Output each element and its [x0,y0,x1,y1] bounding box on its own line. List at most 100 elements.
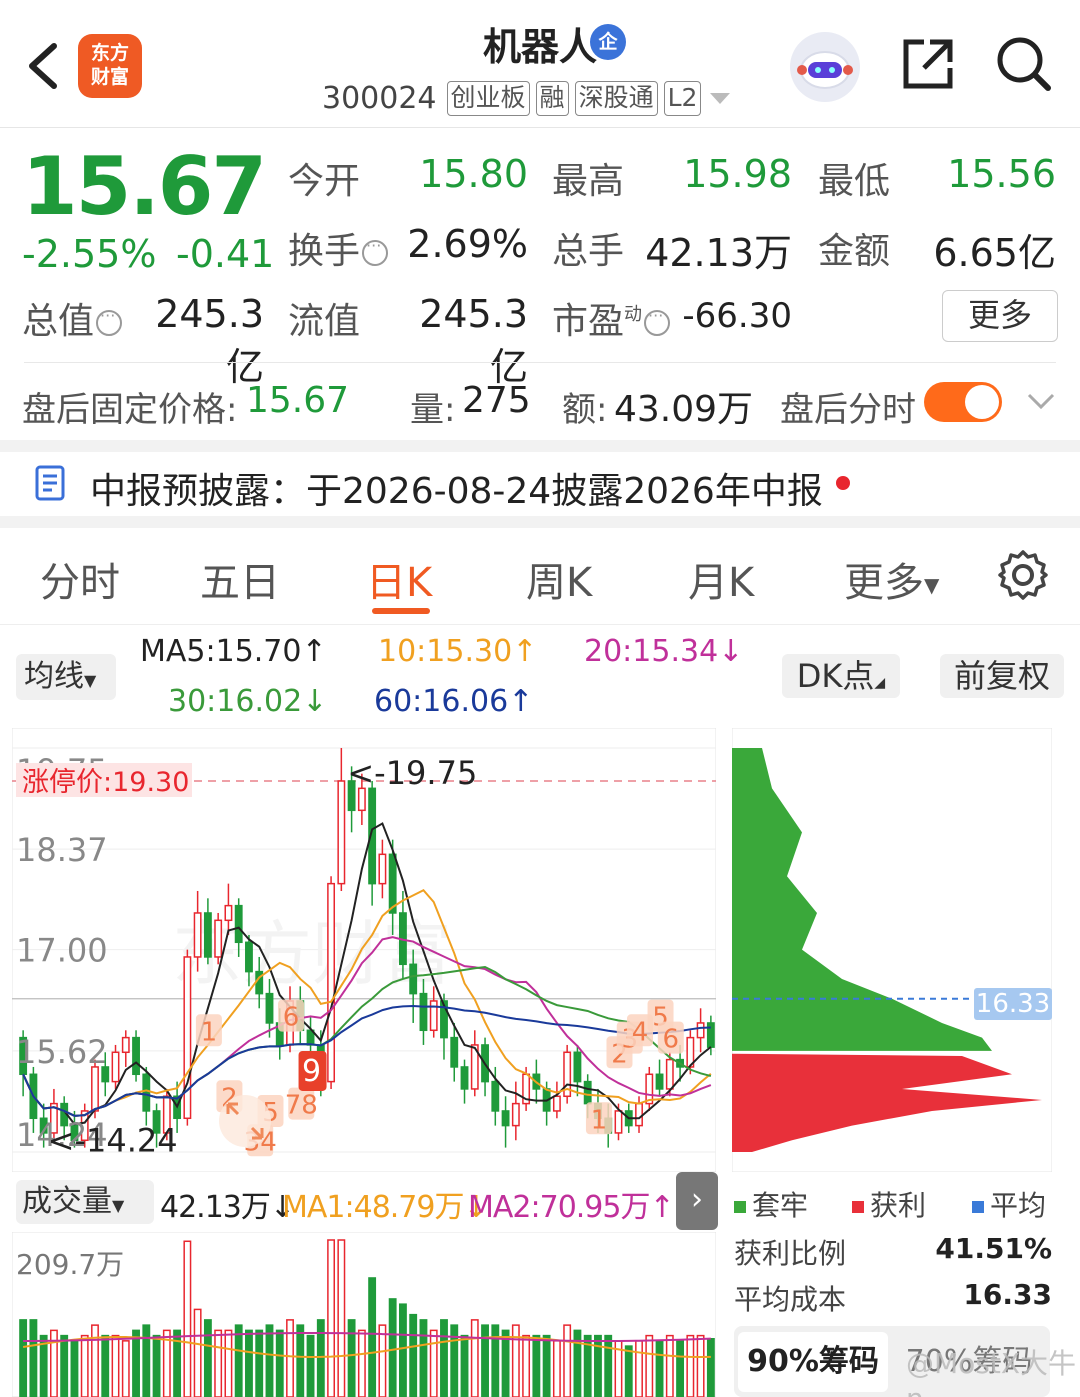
volume-bar [481,1324,489,1397]
candle-body [552,1095,561,1112]
y-tick-label: 15.62 [16,1033,108,1071]
candle-body [583,1080,592,1105]
volume-bar [563,1324,572,1397]
turnover-label-text: 换手 [288,231,361,272]
legend-profit: 获利 [852,1184,926,1224]
legend-swatch [734,1201,746,1213]
legend-average-label: 平均 [990,1189,1047,1222]
tab-intraday[interactable]: 分时 [40,550,120,608]
volume-bar [245,1329,253,1397]
volume-bar [501,1329,510,1397]
pe-value: -66.30 [682,296,792,336]
volume-bar [234,1324,243,1397]
header: 东方 财富 机器人 企 300024 创业板 融 深股通 L2 [0,0,1080,128]
legend-swatch [972,1201,984,1213]
expand-icon[interactable] [218,1094,272,1148]
dk-marker-label: 1 [201,1017,218,1047]
afterhours-price-label: 盘后固定价格: [22,390,238,430]
change-percent: -2.55% [22,232,157,276]
dk-marker-label: 6 [663,1025,680,1055]
chevron-right-icon[interactable]: › [676,1172,718,1230]
volume-bar [111,1334,120,1397]
candle-body [234,904,243,944]
info-icon[interactable] [96,306,123,336]
candle-body [142,1073,151,1112]
volume-bar [604,1334,613,1397]
afterhours-amt: 43.09万 [614,389,754,430]
candle-body [419,992,428,1032]
volume-bar [419,1319,428,1397]
ma-selector[interactable]: 均线▼ [16,654,116,700]
more-button[interactable]: 更多 [942,290,1058,342]
pe-label-text: 市盈 [552,301,625,342]
candle-body [91,1066,99,1112]
ma60-value: 60:16.06↑ [374,684,534,719]
volume-bar [337,1239,346,1397]
report-notice[interactable]: 中报预披露：于2026-08-24披露2026年中报 [90,462,823,514]
candle-body [132,1036,140,1076]
candle-body [635,1102,643,1127]
volume-bar [19,1319,28,1397]
dk-points-button[interactable]: DK点◢ [782,654,900,698]
legend-average: 平均 [972,1184,1046,1224]
volume-bar [655,1340,664,1397]
pe-sup: 动 [624,304,643,325]
tab-more[interactable]: 更多▼ [844,550,939,608]
chevron-down-icon[interactable] [707,88,733,108]
legend-swatch [852,1201,864,1213]
share-icon[interactable] [898,34,958,94]
volume-ma2: MA2:70.95万↑ [468,1190,675,1225]
dk-marker-label: 4 [632,1017,649,1047]
volume-bar [635,1340,643,1397]
volume-bar [378,1324,387,1397]
change-amount: -0.41 [176,232,275,276]
afterhours-vol: 275 [462,380,531,421]
volume-bar [183,1240,192,1397]
tag-connect: 深股通 [574,80,658,116]
ma20-value: 20:15.34↓ [584,634,744,669]
volume-bar [511,1324,520,1397]
afterhours-toggle[interactable] [924,382,1002,422]
chip-distribution-chart[interactable] [732,728,1052,1172]
chevron-down-icon[interactable] [1026,390,1056,412]
tab-monthly-k[interactable]: 月K [688,550,754,608]
search-icon[interactable] [994,34,1054,94]
candle-body [388,853,397,914]
volume-bar [132,1329,140,1397]
chip-90-button[interactable]: 90%筹码 [738,1332,888,1392]
float-value: 245.3亿 [419,292,528,389]
chip-price-marker: 16.33 [974,988,1052,1020]
volume-bar [470,1319,479,1397]
caret-down-icon: ▼ [84,671,97,690]
stock-code: 300024 [322,80,437,116]
tag-margin: 融 [535,80,569,116]
ma5-value: MA5:15.70↑ [140,634,327,669]
enterprise-badge: 企 [590,24,626,60]
volume-bar [296,1324,305,1397]
volume-bar [409,1313,418,1397]
volume-bar [624,1345,633,1397]
legend-trapped: 套牢 [734,1184,808,1224]
tag-board: 创业板 [446,80,530,116]
float-label: 流值 [288,301,361,342]
tab-daily-k[interactable]: 日K [366,550,432,608]
adjust-button[interactable]: 前复权 [940,654,1064,698]
info-icon[interactable] [644,306,671,336]
tab-five-day[interactable]: 五日 [200,550,280,608]
max-price-label: <-19.75 [347,754,477,792]
kline-chart[interactable]: 东方财富 125346789123456 19.7518.3717.0015.6… [12,728,716,1172]
tab-weekly-k[interactable]: 周K [526,550,592,608]
dk-points-label: DK点 [796,657,875,695]
divider [24,362,1056,363]
info-icon[interactable] [362,236,389,266]
dk-marker-label: 6 [283,1003,300,1033]
indicator-selector[interactable]: 成交量▼ [16,1180,154,1224]
volume-bar [142,1324,151,1397]
amount-value: 6.65亿 [933,231,1056,275]
candle-body [655,1073,664,1090]
gear-icon[interactable] [996,548,1050,602]
indicator-selector-label: 成交量 [22,1184,112,1219]
volume-bar [460,1334,469,1397]
robot-assistant-icon[interactable] [790,32,860,102]
candle-body [450,1036,459,1068]
